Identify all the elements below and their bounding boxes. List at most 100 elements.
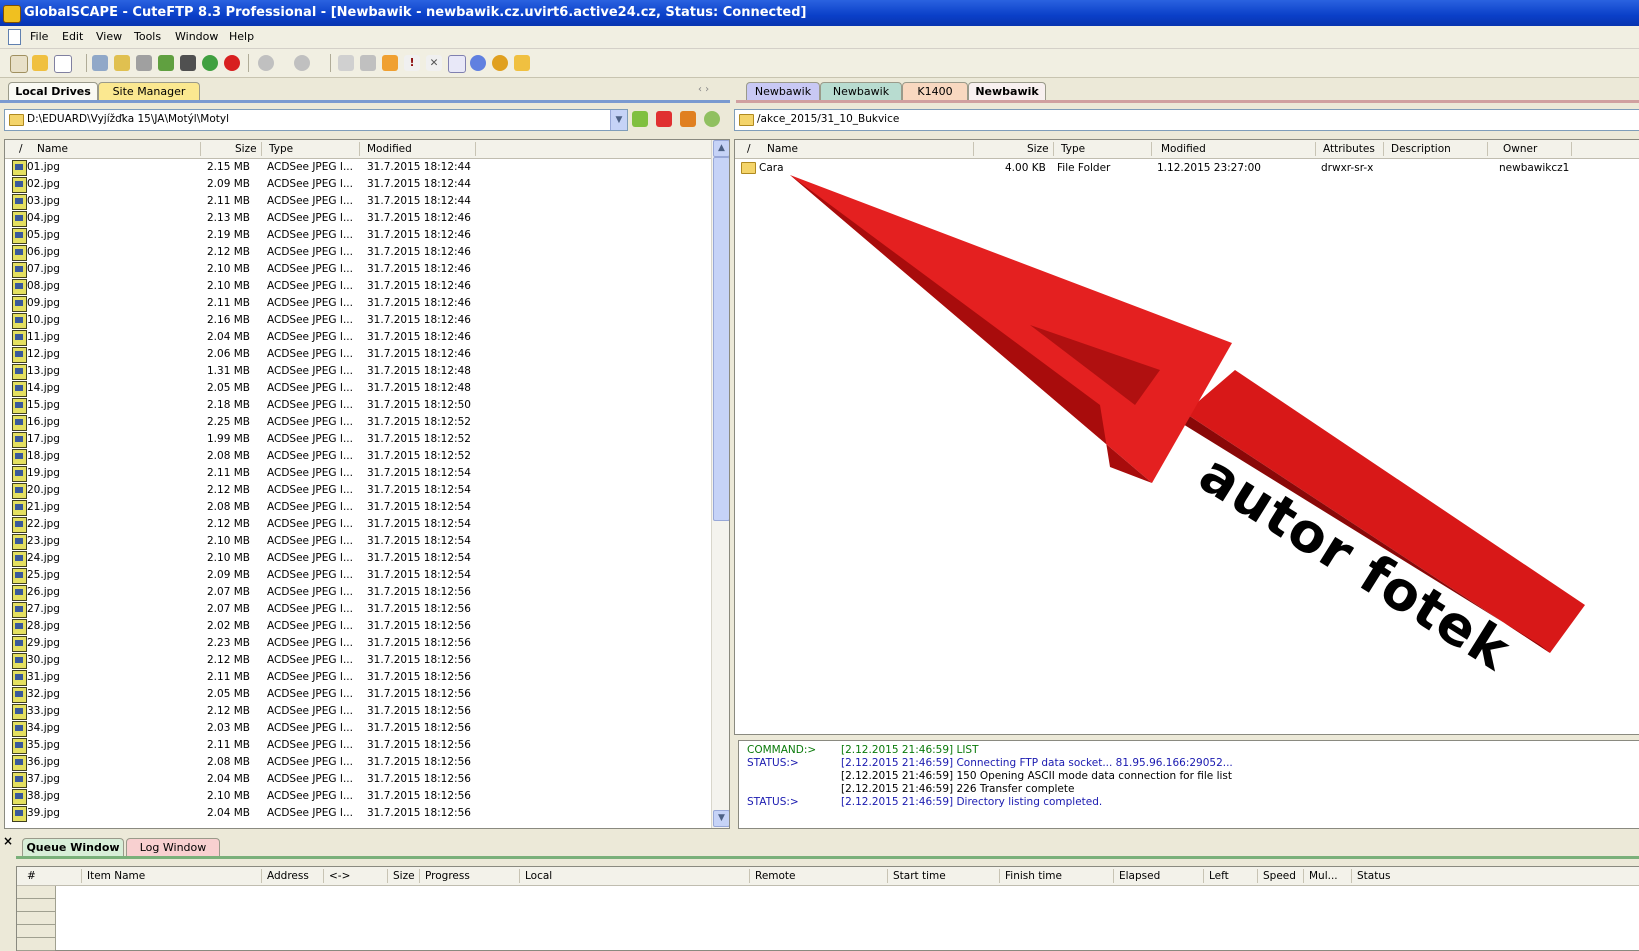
table-row[interactable]: 12.jpg 2.06 MB ACDSee JPEG I... 31.7.2015 1…	[5, 346, 729, 363]
table-row[interactable]: 36.jpg 2.08 MB ACDSee JPEG I... 31.7.2015 1…	[5, 754, 729, 771]
table-row[interactable]: 23.jpg 2.10 MB ACDSee JPEG I... 31.7.2015 1…	[5, 533, 729, 550]
url-icon[interactable]	[180, 55, 196, 71]
download-icon[interactable]	[158, 55, 174, 71]
connect-icon[interactable]	[10, 55, 28, 73]
properties-icon[interactable]	[448, 55, 466, 73]
document-icon[interactable]	[8, 29, 21, 45]
help-icon[interactable]	[492, 55, 508, 71]
table-row[interactable]: 27.jpg 2.07 MB ACDSee JPEG I... 31.7.2015 1…	[5, 601, 729, 618]
table-row[interactable]: 37.jpg 2.04 MB ACDSee JPEG I... 31.7.2015 1…	[5, 771, 729, 788]
table-row[interactable]: 34.jpg 2.03 MB ACDSee JPEG I... 31.7.2015 1…	[5, 720, 729, 737]
tab-queue-window[interactable]: Queue Window	[22, 838, 124, 857]
tab-newbawik-2[interactable]: Newbawik	[820, 82, 902, 101]
scroll-thumb[interactable]	[713, 157, 729, 521]
scroll-up-icon[interactable]: ▲	[713, 140, 729, 157]
col-type[interactable]: Type	[269, 143, 293, 155]
folder-up-icon[interactable]	[632, 111, 648, 127]
table-row[interactable]: 24.jpg 2.10 MB ACDSee JPEG I... 31.7.2015 1…	[5, 550, 729, 567]
queue-col-4[interactable]: Size	[393, 870, 415, 882]
settings-icon[interactable]	[470, 55, 486, 71]
table-row[interactable]: 26.jpg 2.07 MB ACDSee JPEG I... 31.7.2015 1…	[5, 584, 729, 601]
sync-icon[interactable]	[704, 111, 720, 127]
queue-col-9[interactable]: Finish time	[1005, 870, 1062, 882]
refresh-icon[interactable]	[202, 55, 218, 71]
menu-help[interactable]: Help	[229, 30, 254, 43]
table-row[interactable]: 39.jpg 2.04 MB ACDSee JPEG I... 31.7.2015 1…	[5, 805, 729, 822]
queue-col-3[interactable]: <->	[329, 870, 350, 882]
disconnect-icon[interactable]	[92, 55, 108, 71]
table-row[interactable]: 05.jpg 2.19 MB ACDSee JPEG I... 31.7.2015 1…	[5, 227, 729, 244]
local-file-list[interactable]: / Name Size Type Modified 01.jpg 2.15 MB A…	[4, 139, 730, 829]
menu-tools[interactable]: Tools	[134, 30, 161, 43]
scroll-down-icon[interactable]: ▼	[713, 810, 729, 827]
new-site-icon[interactable]	[54, 55, 72, 73]
delete-icon[interactable]: ✕	[426, 55, 442, 71]
queue-col-0[interactable]: #	[27, 870, 36, 882]
table-row[interactable]: 29.jpg 2.23 MB ACDSee JPEG I... 31.7.2015 1…	[5, 635, 729, 652]
upload-arrow-icon[interactable]	[294, 55, 310, 71]
col-owner[interactable]: Owner	[1503, 143, 1537, 155]
queue-col-7[interactable]: Remote	[755, 870, 796, 882]
table-row[interactable]: 19.jpg 2.11 MB ACDSee JPEG I... 31.7.2015 1…	[5, 465, 729, 482]
security-icon[interactable]	[514, 55, 530, 71]
table-row[interactable]: 02.jpg 2.09 MB ACDSee JPEG I... 31.7.2015 1…	[5, 176, 729, 193]
table-row[interactable]: 03.jpg 2.11 MB ACDSee JPEG I... 31.7.2015 1…	[5, 193, 729, 210]
queue-col-8[interactable]: Start time	[893, 870, 946, 882]
table-row[interactable]: 32.jpg 2.05 MB ACDSee JPEG I... 31.7.2015 1…	[5, 686, 729, 703]
table-row[interactable]: 35.jpg 2.11 MB ACDSee JPEG I... 31.7.2015 1…	[5, 737, 729, 754]
table-row[interactable]: 22.jpg 2.12 MB ACDSee JPEG I... 31.7.2015 1…	[5, 516, 729, 533]
table-row[interactable]: 11.jpg 2.04 MB ACDSee JPEG I... 31.7.2015 1…	[5, 329, 729, 346]
exclamation-icon[interactable]: !	[404, 55, 420, 71]
tab-newbawik-active[interactable]: Newbawik	[968, 82, 1046, 101]
tab-log-window[interactable]: Log Window	[126, 838, 220, 857]
table-row[interactable]: 15.jpg 2.18 MB ACDSee JPEG I... 31.7.2015 1…	[5, 397, 729, 414]
queue-col-10[interactable]: Elapsed	[1119, 870, 1160, 882]
table-row[interactable]: 25.jpg 2.09 MB ACDSee JPEG I... 31.7.2015 1…	[5, 567, 729, 584]
table-row[interactable]: 30.jpg 2.12 MB ACDSee JPEG I... 31.7.2015 1…	[5, 652, 729, 669]
queue-col-14[interactable]: Status	[1357, 870, 1390, 882]
col-modified[interactable]: Modified	[367, 143, 412, 155]
edit-icon[interactable]	[338, 55, 354, 71]
queue-col-2[interactable]: Address	[267, 870, 309, 882]
menu-edit[interactable]: Edit	[62, 30, 83, 43]
col-size[interactable]: Size	[235, 143, 257, 155]
tab-newbawik-1[interactable]: Newbawik	[746, 82, 820, 101]
quick-connect-icon[interactable]	[32, 55, 48, 71]
transfer-icon[interactable]	[136, 55, 152, 71]
col-sort[interactable]: /	[19, 143, 23, 155]
col-modified[interactable]: Modified	[1161, 143, 1206, 155]
tab-scroll-arrows[interactable]: ‹ ›	[698, 84, 709, 95]
close-icon[interactable]: ×	[3, 834, 13, 848]
table-row[interactable]: 18.jpg 2.08 MB ACDSee JPEG I... 31.7.2015 1…	[5, 448, 729, 465]
table-row[interactable]: 21.jpg 2.08 MB ACDSee JPEG I... 31.7.2015 1…	[5, 499, 729, 516]
table-row[interactable]: 09.jpg 2.11 MB ACDSee JPEG I... 31.7.2015 1…	[5, 295, 729, 312]
view-icon[interactable]	[360, 55, 376, 71]
tab-k1400[interactable]: K1400	[902, 82, 968, 101]
col-description[interactable]: Description	[1391, 143, 1451, 155]
new-folder-icon[interactable]	[680, 111, 696, 127]
table-row[interactable]: 28.jpg 2.02 MB ACDSee JPEG I... 31.7.2015 1…	[5, 618, 729, 635]
col-attributes[interactable]: Attributes	[1323, 143, 1375, 155]
stop-icon[interactable]	[224, 55, 240, 71]
table-row[interactable]: 08.jpg 2.10 MB ACDSee JPEG I... 31.7.2015 1…	[5, 278, 729, 295]
table-row[interactable]: 16.jpg 2.25 MB ACDSee JPEG I... 31.7.2015 1…	[5, 414, 729, 431]
tab-site-manager[interactable]: Site Manager	[98, 82, 200, 101]
col-size[interactable]: Size	[1027, 143, 1049, 155]
queue-window[interactable]: # Item Name Address <-> Size Progress Local Rem…	[16, 866, 1639, 951]
table-row[interactable]: 20.jpg 2.12 MB ACDSee JPEG I... 31.7.2015 1…	[5, 482, 729, 499]
menu-view[interactable]: View	[96, 30, 122, 43]
menu-file[interactable]: File	[30, 30, 48, 43]
remote-path-combobox[interactable]: /akce_2015/31_10_Bukvice	[734, 109, 1639, 131]
bookmark-icon[interactable]	[656, 111, 672, 127]
table-row[interactable]: 10.jpg 2.16 MB ACDSee JPEG I... 31.7.2015 1…	[5, 312, 729, 329]
open-folder-icon[interactable]	[382, 55, 398, 71]
download-arrow-icon[interactable]	[258, 55, 274, 71]
table-row[interactable]: 38.jpg 2.10 MB ACDSee JPEG I... 31.7.2015 1…	[5, 788, 729, 805]
table-row[interactable]: 13.jpg 1.31 MB ACDSee JPEG I... 31.7.2015 1…	[5, 363, 729, 380]
queue-col-13[interactable]: Mul...	[1309, 870, 1338, 882]
queue-col-1[interactable]: Item Name	[87, 870, 145, 882]
table-row[interactable]: 33.jpg 2.12 MB ACDSee JPEG I... 31.7.2015 1…	[5, 703, 729, 720]
local-scrollbar[interactable]: ▲ ▼	[711, 140, 729, 828]
table-row[interactable]: 14.jpg 2.05 MB ACDSee JPEG I... 31.7.2015 1…	[5, 380, 729, 397]
path-dropdown-chevron-icon[interactable]: ▼	[610, 110, 627, 130]
